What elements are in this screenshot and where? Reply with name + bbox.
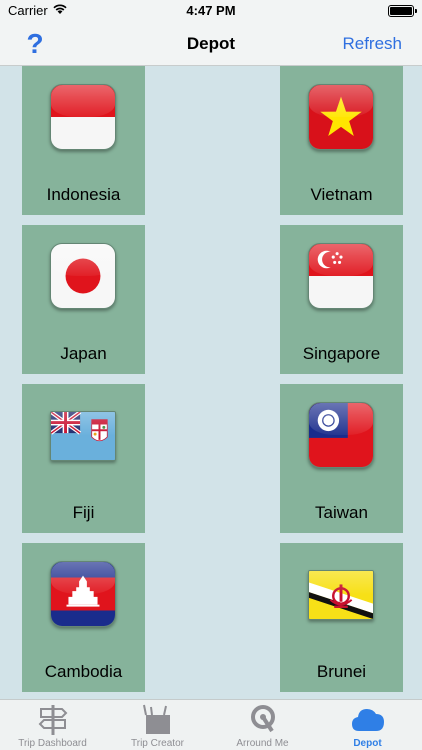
indonesia-flag-icon — [50, 84, 116, 150]
battery-icon — [388, 5, 417, 17]
tab-label: Depot — [353, 738, 382, 749]
brunei-flag-icon — [308, 570, 374, 620]
tab-bar: Trip Dashboard Trip Creator Arround Me D… — [0, 699, 422, 750]
tab-label: Arround Me — [236, 738, 289, 749]
singapore-flag-icon — [308, 243, 374, 309]
country-tile-singapore[interactable]: Singapore — [280, 225, 403, 374]
country-name: Brunei — [316, 662, 367, 681]
country-tile-indonesia[interactable]: Indonesia — [22, 66, 145, 215]
tab-label: Trip Dashboard — [18, 738, 87, 749]
signpost-icon — [38, 705, 68, 735]
country-name: Singapore — [302, 344, 381, 363]
refresh-button[interactable]: Refresh — [342, 34, 402, 54]
country-name: Indonesia — [46, 185, 121, 204]
tab-arround-me[interactable]: Arround Me — [210, 700, 315, 750]
country-tile-cambodia[interactable]: Cambodia — [22, 543, 145, 692]
japan-flag-icon — [50, 243, 116, 309]
country-name: Japan — [60, 344, 107, 363]
crate-icon — [143, 704, 170, 734]
tab-trip-dashboard[interactable]: Trip Dashboard — [0, 700, 105, 750]
country-tile-fiji[interactable]: Fiji — [22, 384, 145, 533]
tab-label: Trip Creator — [131, 738, 184, 749]
country-tile-vietnam[interactable]: Vietnam — [280, 66, 403, 215]
country-name: Taiwan — [315, 503, 368, 522]
country-grid[interactable]: Indonesia Vietnam Japan Singapore Fiji T… — [0, 66, 422, 699]
country-tile-taiwan[interactable]: Taiwan — [280, 384, 403, 533]
fiji-flag-icon — [50, 411, 116, 461]
cambodia-flag-icon — [50, 561, 116, 627]
taiwan-flag-icon — [308, 402, 374, 468]
country-name: Vietnam — [310, 185, 373, 204]
navigation-bar: ? Depot Refresh — [0, 22, 422, 66]
tab-trip-creator[interactable]: Trip Creator — [105, 700, 210, 750]
status-bar: Carrier 4:47 PM — [0, 0, 422, 22]
country-tile-japan[interactable]: Japan — [22, 225, 145, 374]
tab-depot[interactable]: Depot — [315, 700, 420, 750]
clock: 4:47 PM — [186, 3, 236, 18]
country-tile-brunei[interactable]: Brunei — [280, 543, 403, 692]
radar-icon — [251, 705, 275, 733]
country-name: Cambodia — [44, 662, 123, 681]
cloud-icon — [352, 709, 384, 731]
vietnam-flag-icon — [308, 84, 374, 150]
country-name: Fiji — [72, 503, 95, 522]
